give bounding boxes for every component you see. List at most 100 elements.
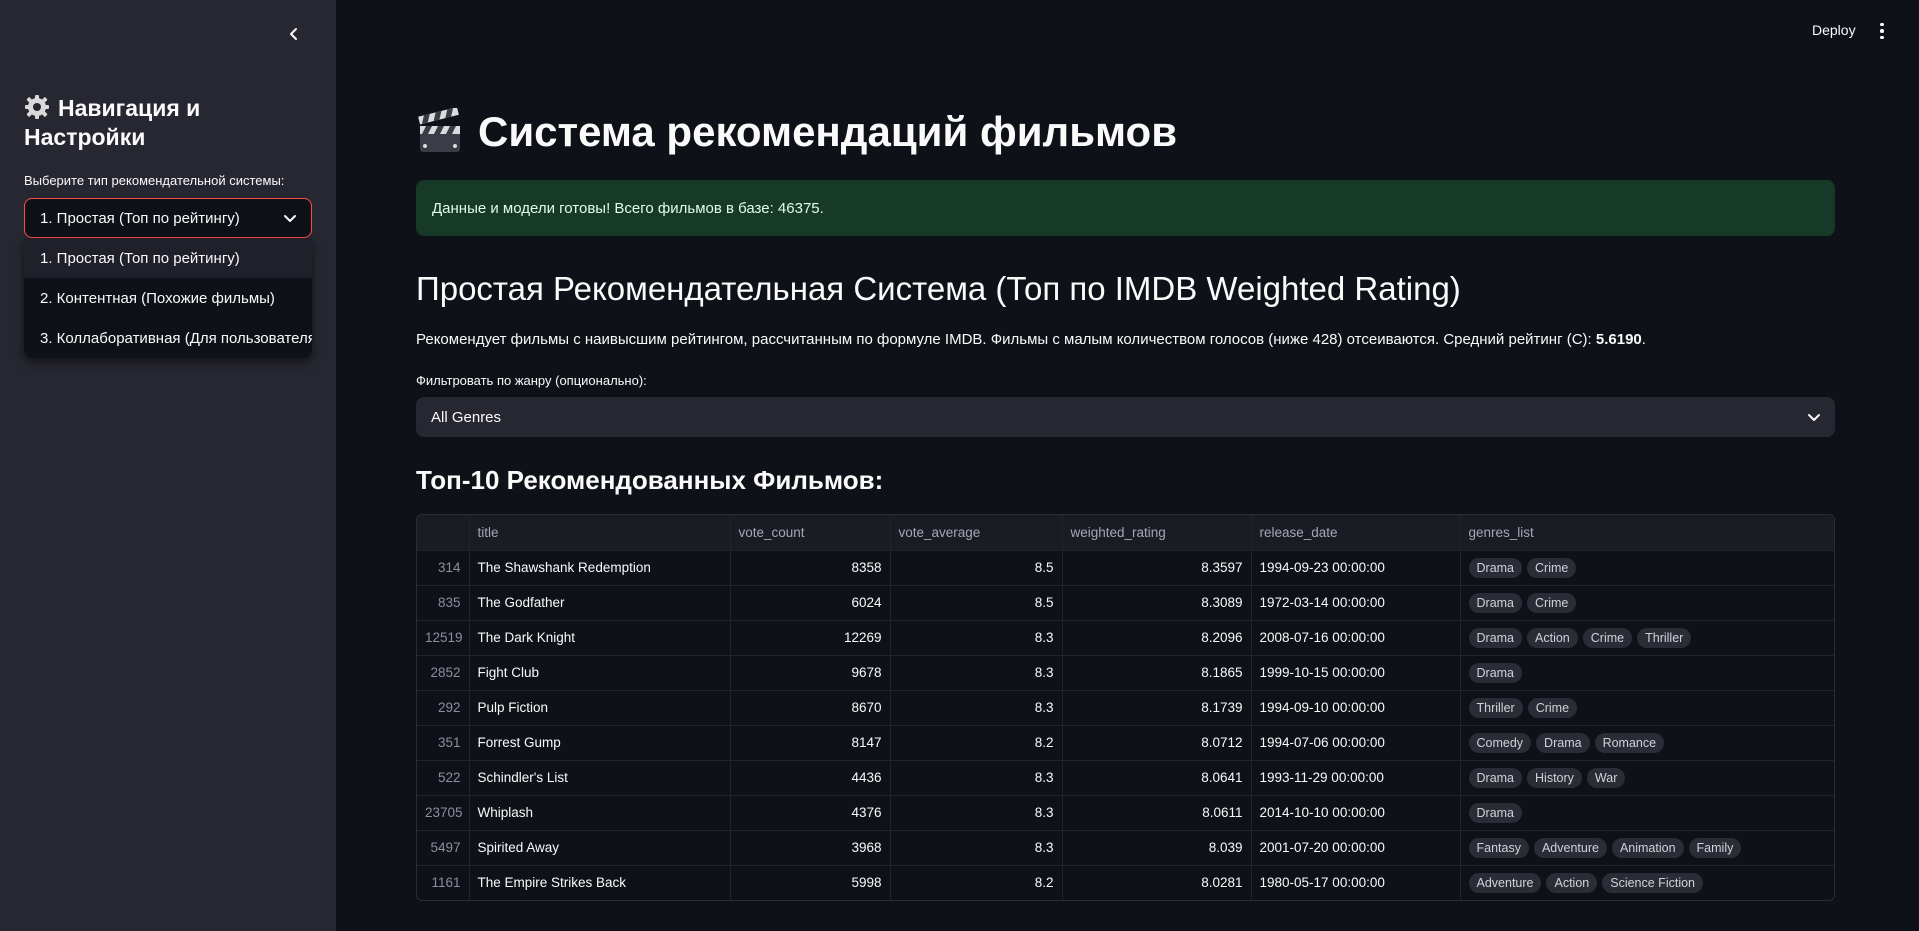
genres-cell[interactable]: Comedy Drama Romance — [1460, 725, 1834, 761]
table-row[interactable]: 314 The Shawshank Redemption 8358 8.5 8.3597… — [417, 550, 1834, 586]
vote-average-cell[interactable]: 8.3 — [890, 760, 1063, 796]
column-header-release-date[interactable]: release_date — [1251, 515, 1461, 551]
column-header-index[interactable] — [417, 515, 470, 551]
vote-average-cell[interactable]: 8.2 — [890, 865, 1063, 900]
genre-pill: Thriller — [1637, 627, 1692, 648]
release-date-cell[interactable]: 1993-11-29 00:00:00 — [1251, 760, 1461, 796]
genres-cell[interactable]: Drama Crime — [1460, 550, 1834, 586]
table-row[interactable]: 12519 The Dark Knight 12269 8.3 8.2096 2008-0… — [417, 620, 1834, 656]
genres-cell[interactable]: Drama — [1460, 655, 1834, 691]
release-date-cell[interactable]: 1980-05-17 00:00:00 — [1251, 865, 1461, 900]
vote-average-cell[interactable]: 8.3 — [890, 655, 1063, 691]
row-index-cell[interactable]: 23705 — [417, 795, 470, 831]
vote-average-cell[interactable]: 8.2 — [890, 725, 1063, 761]
release-date-cell[interactable]: 1999-10-15 00:00:00 — [1251, 655, 1461, 691]
system-type-select[interactable]: 1. Простая (Топ по рейтингу) — [24, 198, 312, 238]
release-date-cell[interactable]: 1972-03-14 00:00:00 — [1251, 585, 1461, 621]
genre-filter-label: Фильтровать по жанру (опционально): — [416, 373, 647, 388]
vote-count-cell[interactable]: 8670 — [730, 690, 891, 726]
row-index-cell[interactable]: 292 — [417, 690, 470, 726]
vote-average-cell[interactable]: 8.5 — [890, 585, 1063, 621]
table-row[interactable]: 351 Forrest Gump 8147 8.2 8.0712 1994-07-06 0… — [417, 725, 1834, 761]
vote-average-cell[interactable]: 8.5 — [890, 550, 1063, 586]
title-cell[interactable]: Forrest Gump — [469, 725, 731, 761]
vote-count-cell[interactable]: 4436 — [730, 760, 891, 796]
column-header-vote-count[interactable]: vote_count — [730, 515, 891, 551]
row-index-cell[interactable]: 351 — [417, 725, 470, 761]
genres-cell[interactable]: Drama Crime — [1460, 585, 1834, 621]
table-row[interactable]: 1161 The Empire Strikes Back 5998 8.2 8.0281… — [417, 865, 1834, 900]
vote-count-cell[interactable]: 3968 — [730, 830, 891, 866]
vote-count-cell[interactable]: 12269 — [730, 620, 891, 656]
title-cell[interactable]: Spirited Away — [469, 830, 731, 866]
genres-cell[interactable]: Thriller Crime — [1460, 690, 1834, 726]
vote-count-cell[interactable]: 8358 — [730, 550, 891, 586]
vote-count-cell[interactable]: 5998 — [730, 865, 891, 900]
genres-cell[interactable]: Drama — [1460, 795, 1834, 831]
table-row[interactable]: 292 Pulp Fiction 8670 8.3 8.1739 1994-09-10 0… — [417, 690, 1834, 726]
table-row[interactable]: 23705 Whiplash 4376 8.3 8.0611 2014-10-10 00:… — [417, 795, 1834, 831]
title-cell[interactable]: Schindler's List — [469, 760, 731, 796]
genres-cell[interactable]: Fantasy Adventure Animation Family — [1460, 830, 1834, 866]
vote-average-cell[interactable]: 8.3 — [890, 690, 1063, 726]
main-menu-button[interactable] — [1874, 20, 1890, 42]
vote-average-cell[interactable]: 8.3 — [890, 795, 1063, 831]
weighted-rating-cell[interactable]: 8.039 — [1062, 830, 1252, 866]
dropdown-option-simple[interactable]: 1. Простая (Топ по рейтингу) — [24, 238, 312, 278]
title-cell[interactable]: The Shawshank Redemption — [469, 550, 731, 586]
genres-cell[interactable]: Drama Action Crime Thriller — [1460, 620, 1834, 656]
row-index-cell[interactable]: 2852 — [417, 655, 470, 691]
table-row[interactable]: 5497 Spirited Away 3968 8.3 8.039 2001-07-20 … — [417, 830, 1834, 866]
table-row[interactable]: 2852 Fight Club 9678 8.3 8.1865 1999-10-15 00… — [417, 655, 1834, 691]
weighted-rating-cell[interactable]: 8.0641 — [1062, 760, 1252, 796]
genre-pill: Adventure — [1533, 837, 1607, 858]
release-date-cell[interactable]: 2008-07-16 00:00:00 — [1251, 620, 1461, 656]
table-row[interactable]: 835 The Godfather 6024 8.5 8.3089 1972-03-14 … — [417, 585, 1834, 621]
title-cell[interactable]: Fight Club — [469, 655, 731, 691]
release-date-cell[interactable]: 1994-07-06 00:00:00 — [1251, 725, 1461, 761]
row-index-cell[interactable]: 12519 — [417, 620, 470, 656]
release-date-cell[interactable]: 1994-09-10 00:00:00 — [1251, 690, 1461, 726]
title-cell[interactable]: Whiplash — [469, 795, 731, 831]
release-date-cell[interactable]: 2001-07-20 00:00:00 — [1251, 830, 1461, 866]
weighted-rating-cell[interactable]: 8.1865 — [1062, 655, 1252, 691]
genre-filter-select[interactable]: All Genres — [416, 397, 1835, 437]
vote-count-cell[interactable]: 6024 — [730, 585, 891, 621]
dropdown-option-content[interactable]: 2. Контентная (Похожие фильмы) — [24, 278, 312, 318]
description-end: . — [1641, 331, 1646, 348]
weighted-rating-cell[interactable]: 8.0712 — [1062, 725, 1252, 761]
weighted-rating-cell[interactable]: 8.3597 — [1062, 550, 1252, 586]
dropdown-option-collaborative[interactable]: 3. Коллаборативная (Для пользователя) — [24, 318, 312, 358]
row-index-cell[interactable]: 314 — [417, 550, 470, 586]
collapse-sidebar-button[interactable] — [282, 22, 306, 46]
row-index-cell[interactable]: 522 — [417, 760, 470, 796]
column-header-vote-average[interactable]: vote_average — [890, 515, 1063, 551]
weighted-rating-cell[interactable]: 8.3089 — [1062, 585, 1252, 621]
vote-average-cell[interactable]: 8.3 — [890, 620, 1063, 656]
row-index-cell[interactable]: 5497 — [417, 830, 470, 866]
deploy-button[interactable]: Deploy — [1812, 22, 1856, 38]
row-index-cell[interactable]: 835 — [417, 585, 470, 621]
vote-average-cell[interactable]: 8.3 — [890, 830, 1063, 866]
title-cell[interactable]: The Empire Strikes Back — [469, 865, 731, 900]
release-date-cell[interactable]: 1994-09-23 00:00:00 — [1251, 550, 1461, 586]
genre-pill: Action — [1527, 627, 1578, 648]
column-header-weighted-rating[interactable]: weighted_rating — [1062, 515, 1252, 551]
table-row[interactable]: 522 Schindler's List 4436 8.3 8.0641 1993-11-… — [417, 760, 1834, 796]
release-date-cell[interactable]: 2014-10-10 00:00:00 — [1251, 795, 1461, 831]
column-header-title[interactable]: title — [469, 515, 731, 551]
genres-cell[interactable]: Drama History War — [1460, 760, 1834, 796]
weighted-rating-cell[interactable]: 8.1739 — [1062, 690, 1252, 726]
column-header-genres[interactable]: genres_list — [1460, 515, 1834, 551]
title-cell[interactable]: Pulp Fiction — [469, 690, 731, 726]
row-index-cell[interactable]: 1161 — [417, 865, 470, 900]
genres-cell[interactable]: Adventure Action Science Fiction — [1460, 865, 1834, 900]
weighted-rating-cell[interactable]: 8.2096 — [1062, 620, 1252, 656]
weighted-rating-cell[interactable]: 8.0611 — [1062, 795, 1252, 831]
vote-count-cell[interactable]: 8147 — [730, 725, 891, 761]
weighted-rating-cell[interactable]: 8.0281 — [1062, 865, 1252, 900]
title-cell[interactable]: The Godfather — [469, 585, 731, 621]
title-cell[interactable]: The Dark Knight — [469, 620, 731, 656]
vote-count-cell[interactable]: 4376 — [730, 795, 891, 831]
vote-count-cell[interactable]: 9678 — [730, 655, 891, 691]
